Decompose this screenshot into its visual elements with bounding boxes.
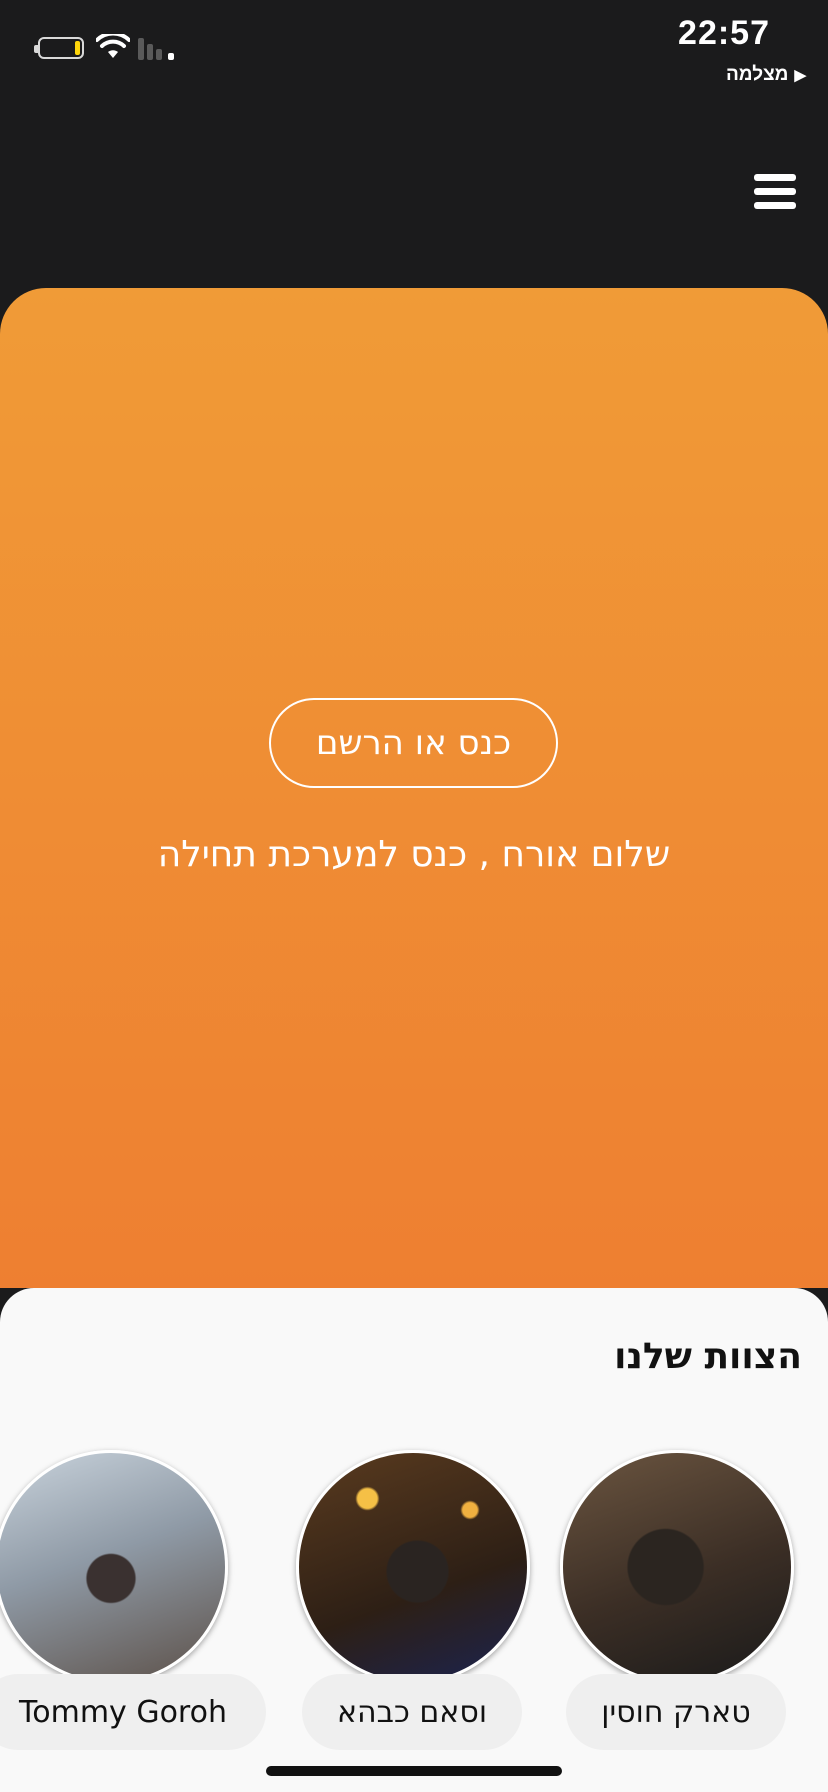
home-indicator[interactable] bbox=[266, 1766, 562, 1776]
team-title: הצוות שלנו bbox=[614, 1336, 802, 1377]
status-bar: 22:57 ▶ מצלמה bbox=[0, 0, 828, 100]
guest-greeting: שלום אורח , כנס למערכת תחילה bbox=[157, 834, 671, 875]
team-member-avatar[interactable] bbox=[0, 1450, 228, 1684]
hero-section: כנס או הרשם שלום אורח , כנס למערכת תחילה bbox=[0, 288, 828, 1288]
battery-icon bbox=[34, 37, 84, 59]
wifi-icon bbox=[96, 34, 130, 58]
login-register-button[interactable]: כנס או הרשם bbox=[269, 698, 558, 788]
back-arrow-icon: ▶ bbox=[794, 67, 806, 84]
team-member-avatar[interactable] bbox=[560, 1450, 794, 1684]
back-to-app-link[interactable]: ▶ מצלמה bbox=[726, 64, 806, 86]
team-member-name: וסאם כבהא bbox=[302, 1674, 522, 1750]
back-app-label: מצלמה bbox=[725, 64, 789, 85]
signal-icon bbox=[138, 38, 174, 60]
status-time: 22:57 bbox=[678, 14, 770, 52]
team-member-name: Tommy Goroh bbox=[0, 1674, 266, 1750]
team-section: הצוות שלנו Tommy Goroh וסאם כבהא טארק חו… bbox=[0, 1288, 828, 1792]
team-member-name: טארק חוסין bbox=[566, 1674, 786, 1750]
team-member-avatar[interactable] bbox=[296, 1450, 530, 1684]
hamburger-menu-icon[interactable] bbox=[754, 174, 796, 210]
